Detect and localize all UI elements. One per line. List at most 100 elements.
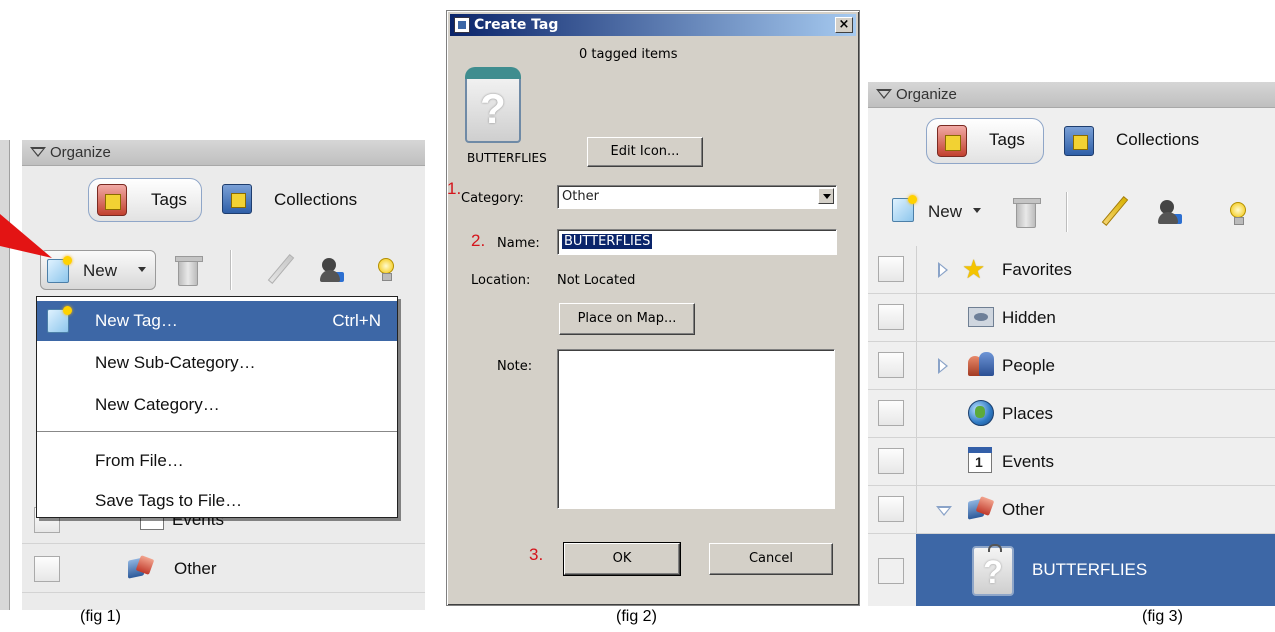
tag-row-events[interactable]: 1 Events xyxy=(868,438,1275,486)
tag-row-other[interactable]: Other xyxy=(22,545,425,593)
row-checkbox[interactable] xyxy=(878,400,904,426)
menu-item-from-file[interactable]: From File… xyxy=(37,441,397,481)
collections-icon xyxy=(1064,126,1094,156)
tab-collections-label: Collections xyxy=(274,190,358,209)
menu-separator xyxy=(37,431,397,432)
step-2-marker: 2. xyxy=(471,231,486,250)
expand-icon[interactable] xyxy=(938,262,948,278)
toolbar-separator xyxy=(1066,192,1067,232)
row-label-favorites: Favorites xyxy=(1002,260,1072,279)
tag-icon-preview: ? xyxy=(465,67,521,143)
tab-tags[interactable]: Tags xyxy=(926,118,1044,164)
lightbulb-icon[interactable] xyxy=(378,258,394,281)
ok-button[interactable]: OK xyxy=(563,542,681,576)
new-dropdown-menu: New Tag… Ctrl+N New Sub-Category… New Ca… xyxy=(36,296,398,518)
row-checkbox[interactable] xyxy=(878,256,904,282)
row-label-places: Places xyxy=(1002,404,1054,423)
menu-item-label: New Tag… xyxy=(95,311,178,330)
tag-row-hidden[interactable]: Hidden xyxy=(868,294,1275,342)
tab-collections[interactable]: Collections xyxy=(218,182,388,220)
row-label-other: Other xyxy=(174,559,217,578)
cancel-label: Cancel xyxy=(748,551,794,566)
new-button-label: New xyxy=(928,202,963,221)
tagged-items-count: 0 tagged items xyxy=(579,47,678,62)
row-label-butterflies: BUTTERFLIES xyxy=(1032,560,1148,579)
location-label: Location: xyxy=(471,273,531,288)
organize-header-label: Organize xyxy=(50,144,111,161)
new-tag-icon xyxy=(892,195,917,222)
menu-item-save-tags-to-file[interactable]: Save Tags to File… xyxy=(37,481,397,521)
name-field[interactable]: BUTTERFLIES xyxy=(557,229,837,255)
row-checkbox[interactable] xyxy=(878,352,904,378)
hidden-icon xyxy=(968,307,994,327)
row-checkbox[interactable] xyxy=(878,558,904,584)
new-button-label: New xyxy=(83,261,118,280)
tag-row-places[interactable]: Places xyxy=(868,390,1275,438)
question-mark-icon: ? xyxy=(480,85,506,132)
note-textarea[interactable] xyxy=(557,349,835,509)
trash-icon[interactable] xyxy=(1013,198,1041,228)
menu-item-new-sub-category[interactable]: New Sub-Category… xyxy=(37,343,397,383)
row-label-hidden: Hidden xyxy=(1002,308,1056,327)
edit-icon-label: Edit Icon... xyxy=(610,144,680,159)
new-button[interactable]: New xyxy=(888,192,996,232)
dropdown-arrow-icon[interactable] xyxy=(818,188,834,204)
close-button[interactable]: × xyxy=(835,17,853,33)
question-mark-icon: ? xyxy=(983,554,1003,590)
menu-shortcut: Ctrl+N xyxy=(332,311,381,330)
pencil-icon[interactable] xyxy=(1101,196,1129,226)
row-checkbox[interactable] xyxy=(34,556,60,582)
step-3-marker: 3. xyxy=(529,545,544,564)
expand-icon[interactable] xyxy=(938,358,948,374)
tab-tags[interactable]: Tags xyxy=(88,178,202,222)
cancel-button[interactable]: Cancel xyxy=(709,543,833,575)
collapse-icon xyxy=(30,147,46,157)
tag-name-caption: BUTTERFLIES xyxy=(467,151,547,165)
row-label-people: People xyxy=(1002,356,1055,375)
tab-collections-label: Collections xyxy=(1116,130,1200,149)
tag-row-other[interactable]: Other xyxy=(868,486,1275,534)
fig3-organize-panel: Organize Tags Collections New ★ Favorite… xyxy=(868,82,1275,606)
person-lock-icon[interactable] xyxy=(1158,200,1182,224)
category-value: Other xyxy=(562,189,599,204)
new-tag-icon xyxy=(47,306,72,333)
menu-item-label: From File… xyxy=(95,451,184,470)
red-pointer-arrow xyxy=(0,214,52,258)
pencil-icon[interactable] xyxy=(267,254,295,284)
place-on-map-label: Place on Map... xyxy=(577,311,677,326)
tag-question-icon: ? xyxy=(972,544,1014,596)
tag-row-people[interactable]: People xyxy=(868,342,1275,390)
row-checkbox[interactable] xyxy=(878,304,904,330)
place-on-map-button[interactable]: Place on Map... xyxy=(559,303,695,335)
lightbulb-icon[interactable] xyxy=(1230,202,1246,225)
trash-icon[interactable] xyxy=(175,256,203,286)
organize-header[interactable]: Organize xyxy=(868,82,1275,108)
tab-collections[interactable]: Collections xyxy=(1060,124,1240,162)
other-category-icon xyxy=(966,496,994,522)
tag-row-favorites[interactable]: ★ Favorites xyxy=(868,246,1275,294)
dialog-title: Create Tag xyxy=(474,17,559,33)
new-button[interactable]: New xyxy=(40,250,156,290)
lock-badge xyxy=(1172,214,1182,224)
tag-row-butterflies[interactable]: ? BUTTERFLIES xyxy=(868,534,1275,606)
lock-badge xyxy=(334,272,344,282)
location-value: Not Located xyxy=(557,273,636,288)
organize-header[interactable]: Organize xyxy=(22,140,425,166)
caption-fig2: (fig 2) xyxy=(616,608,657,625)
tab-tags-label: Tags xyxy=(151,190,187,209)
edit-icon-button[interactable]: Edit Icon... xyxy=(587,137,703,167)
ok-label: OK xyxy=(612,551,632,566)
people-icon xyxy=(968,352,996,378)
chevron-down-icon xyxy=(138,267,146,272)
globe-icon xyxy=(968,400,994,426)
collapse-row-icon[interactable] xyxy=(936,506,952,516)
menu-item-new-tag[interactable]: New Tag… Ctrl+N xyxy=(37,301,397,341)
row-checkbox[interactable] xyxy=(878,496,904,522)
person-lock-icon[interactable] xyxy=(320,258,344,282)
window-edge xyxy=(0,140,10,610)
category-select[interactable]: Other xyxy=(557,185,837,209)
step-1-marker: 1. xyxy=(447,179,462,198)
row-checkbox[interactable] xyxy=(878,448,904,474)
caption-fig3: (fig 3) xyxy=(1142,608,1183,625)
menu-item-new-category[interactable]: New Category… xyxy=(37,385,397,425)
